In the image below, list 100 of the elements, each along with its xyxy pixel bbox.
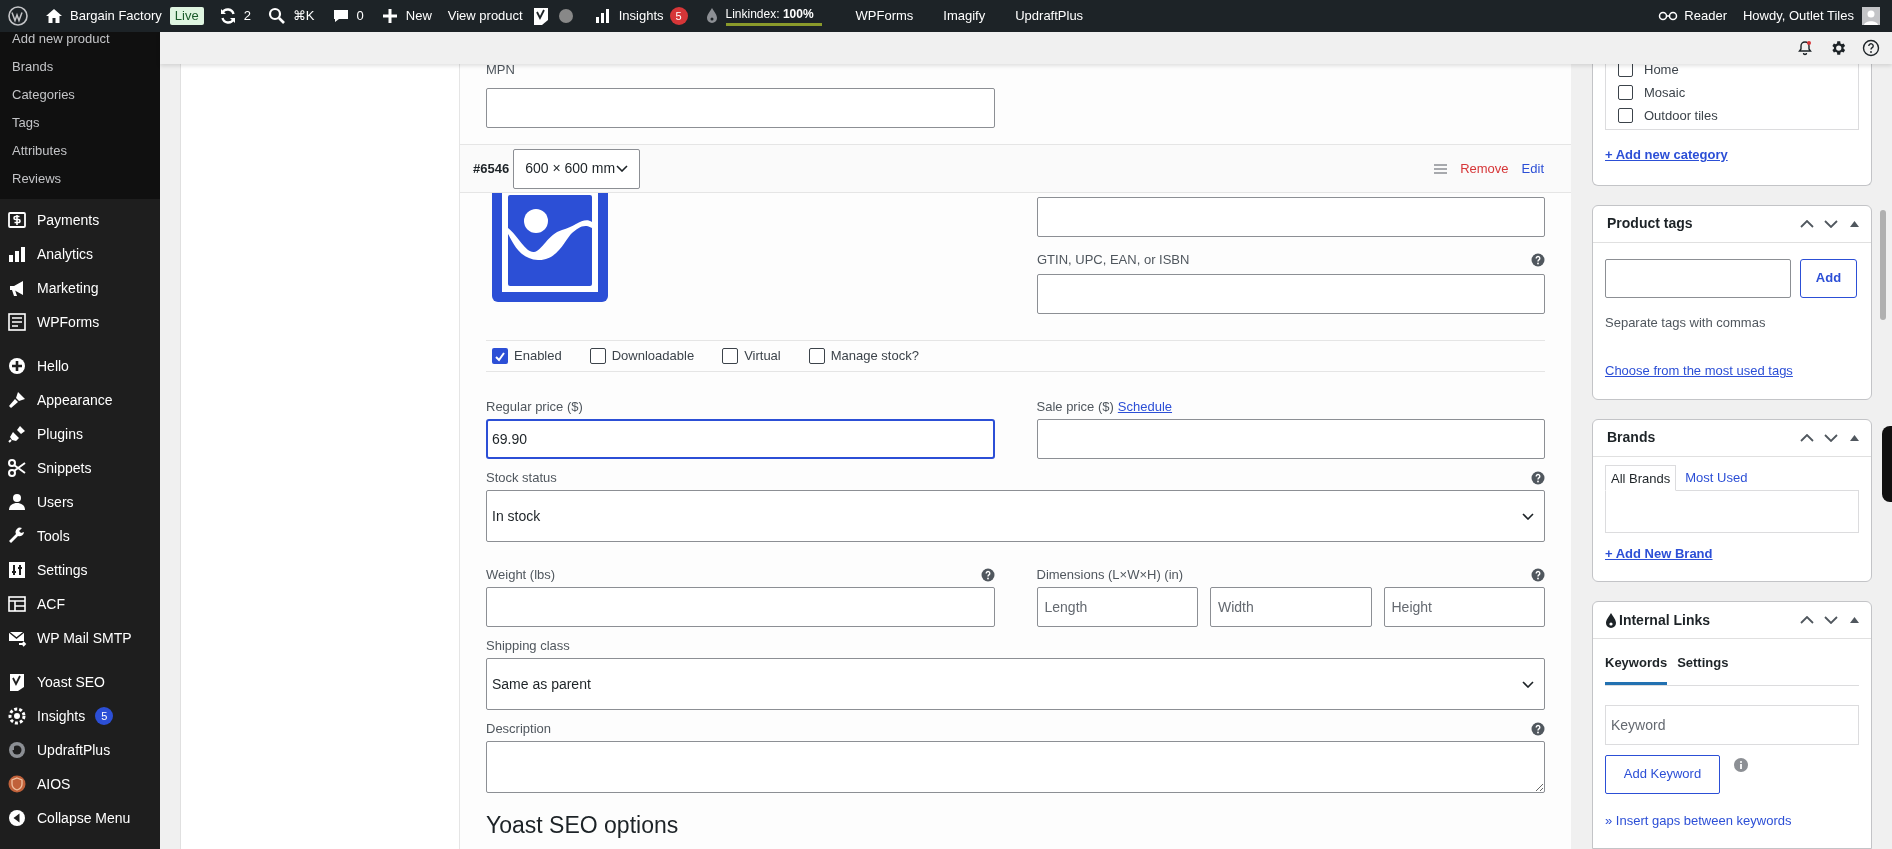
help-icon[interactable] [1531,568,1545,582]
menu-item[interactable]: Tools [0,519,160,553]
new-link[interactable]: New [371,0,440,32]
submenu-item[interactable]: Attributes [0,137,160,165]
checkbox[interactable] [1618,85,1633,100]
notification-bell-icon[interactable] [1796,39,1814,57]
field-label: Regular price ($) [486,398,583,417]
text-field[interactable] [486,88,995,128]
menu-item[interactable]: Hello [0,349,160,383]
text-field[interactable] [1036,419,1545,459]
select-field[interactable]: In stock [486,490,1545,542]
action-link[interactable]: Remove [1460,158,1509,179]
view-product-link[interactable]: View product [439,0,531,32]
variation-number: #6546 [473,159,510,178]
text-field[interactable]: Length [1036,587,1198,627]
action-link[interactable]: Edit [1521,158,1544,179]
menu-item[interactable]: Marketing [0,271,160,305]
toolbar-link[interactable]: UpdraftPlus [1007,0,1092,32]
menu-item[interactable]: Analytics [0,237,160,271]
menu-item[interactable]: ACF [0,587,160,621]
chevron-up-icon[interactable] [1800,219,1814,228]
wordpress-logo-icon[interactable] [8,6,28,26]
checkbox[interactable] [589,348,606,364]
collapse-triangle-icon[interactable] [1850,617,1859,623]
collapse-triangle-icon[interactable] [1850,434,1859,441]
help-icon[interactable] [1862,39,1880,57]
submenu-item[interactable]: Categories [0,81,160,109]
checkbox[interactable] [722,348,739,364]
checkbox[interactable] [1618,64,1633,77]
tab[interactable]: Most Used [1680,464,1753,491]
menu-item[interactable]: Yoast SEO [0,665,160,699]
toolbar-link[interactable]: WPForms [847,0,922,32]
chevron-down-icon[interactable] [1824,616,1838,624]
add-category-link[interactable]: + Add new category [1605,145,1859,165]
submenu-item[interactable]: Add new product [0,32,160,53]
insights-link[interactable]: Insights 5 [584,0,696,32]
insert-gaps-link[interactable]: » Insert gaps between keywords [1605,810,1859,830]
drag-handle-icon[interactable] [1434,163,1448,174]
tab[interactable]: Keywords [1605,653,1668,685]
text-field[interactable]: 69.90 [486,419,995,459]
select-field[interactable]: Same as parent [486,658,1545,710]
help-icon[interactable] [1531,471,1545,485]
help-icon[interactable] [980,568,995,582]
checkbox[interactable] [808,348,825,364]
text-field[interactable]: Width [1210,587,1372,627]
updates-link[interactable]: 2 [209,0,259,32]
chevron-down-icon[interactable] [1824,433,1838,442]
menu-item[interactable]: WPForms [0,305,160,339]
scissors-icon [7,458,27,478]
checkbox[interactable] [492,348,508,364]
schedule-link[interactable]: Schedule [1117,397,1173,417]
checkbox[interactable] [1618,108,1633,123]
chevron-up-icon[interactable] [1800,616,1814,624]
reader-link[interactable]: Reader [1650,0,1735,32]
image-placeholder-icon[interactable] [492,193,608,302]
text-field[interactable] [1037,197,1545,237]
add-keyword-button[interactable]: Add Keyword [1605,754,1720,794]
menu-item[interactable]: Insights 5 [0,699,160,733]
menu-item[interactable]: WP Mail SMTP [0,621,160,655]
comments-link[interactable]: 0 [322,0,372,32]
help-icon[interactable] [1531,253,1545,267]
text-field[interactable]: Height [1383,587,1545,627]
menu-item[interactable]: Payments [0,203,160,237]
info-icon[interactable] [1734,757,1748,772]
search-icon[interactable] [266,6,287,26]
text-field[interactable] [486,587,995,627]
search-link[interactable]: ⌘K [258,0,323,32]
help-icon[interactable] [1531,722,1545,736]
menu-item[interactable]: UpdraftPlus [0,733,160,767]
tab[interactable]: All Brands [1605,464,1677,491]
side-tab[interactable] [1882,426,1892,502]
submenu-item[interactable]: Brands [0,53,160,81]
site-name-link[interactable]: Bargain Factory [36,0,170,32]
chevron-up-icon[interactable] [1800,433,1814,442]
chevron-down-icon[interactable] [1824,219,1838,228]
menu-item[interactable]: Settings [0,553,160,587]
most-used-tags-link[interactable]: Choose from the most used tags [1605,361,1859,381]
text-area[interactable] [486,741,1545,793]
add-button[interactable]: Add [1800,258,1857,298]
attribute-select[interactable]: 600 × 600 mm [513,148,641,189]
keyword-field[interactable]: Keyword [1605,704,1859,745]
menu-item[interactable]: Collapse Menu [0,801,160,835]
count-badge: 5 [669,7,688,25]
account-link[interactable]: Howdy, Outlet Tiles [1734,0,1892,32]
tag-field[interactable] [1605,258,1791,298]
add-brand-link[interactable]: + Add New Brand [1605,543,1859,563]
menu-item[interactable]: AIOS [0,767,160,801]
hint-text: Separate tags with commas [1605,313,1767,332]
menu-item[interactable]: Appearance [0,383,160,417]
menu-item[interactable]: Plugins [0,417,160,451]
menu-item[interactable]: Snippets [0,451,160,485]
submenu-item[interactable]: Reviews [0,165,160,193]
menu-item[interactable]: Users [0,485,160,519]
text-field[interactable] [1037,274,1545,314]
scrollbar-thumb[interactable] [1880,210,1886,320]
checkbox-label: Downloadable [611,347,695,366]
tab[interactable]: Settings [1677,653,1729,685]
toolbar-link[interactable]: Imagify [935,0,994,32]
collapse-triangle-icon[interactable] [1850,220,1859,227]
submenu-item[interactable]: Tags [0,109,160,137]
